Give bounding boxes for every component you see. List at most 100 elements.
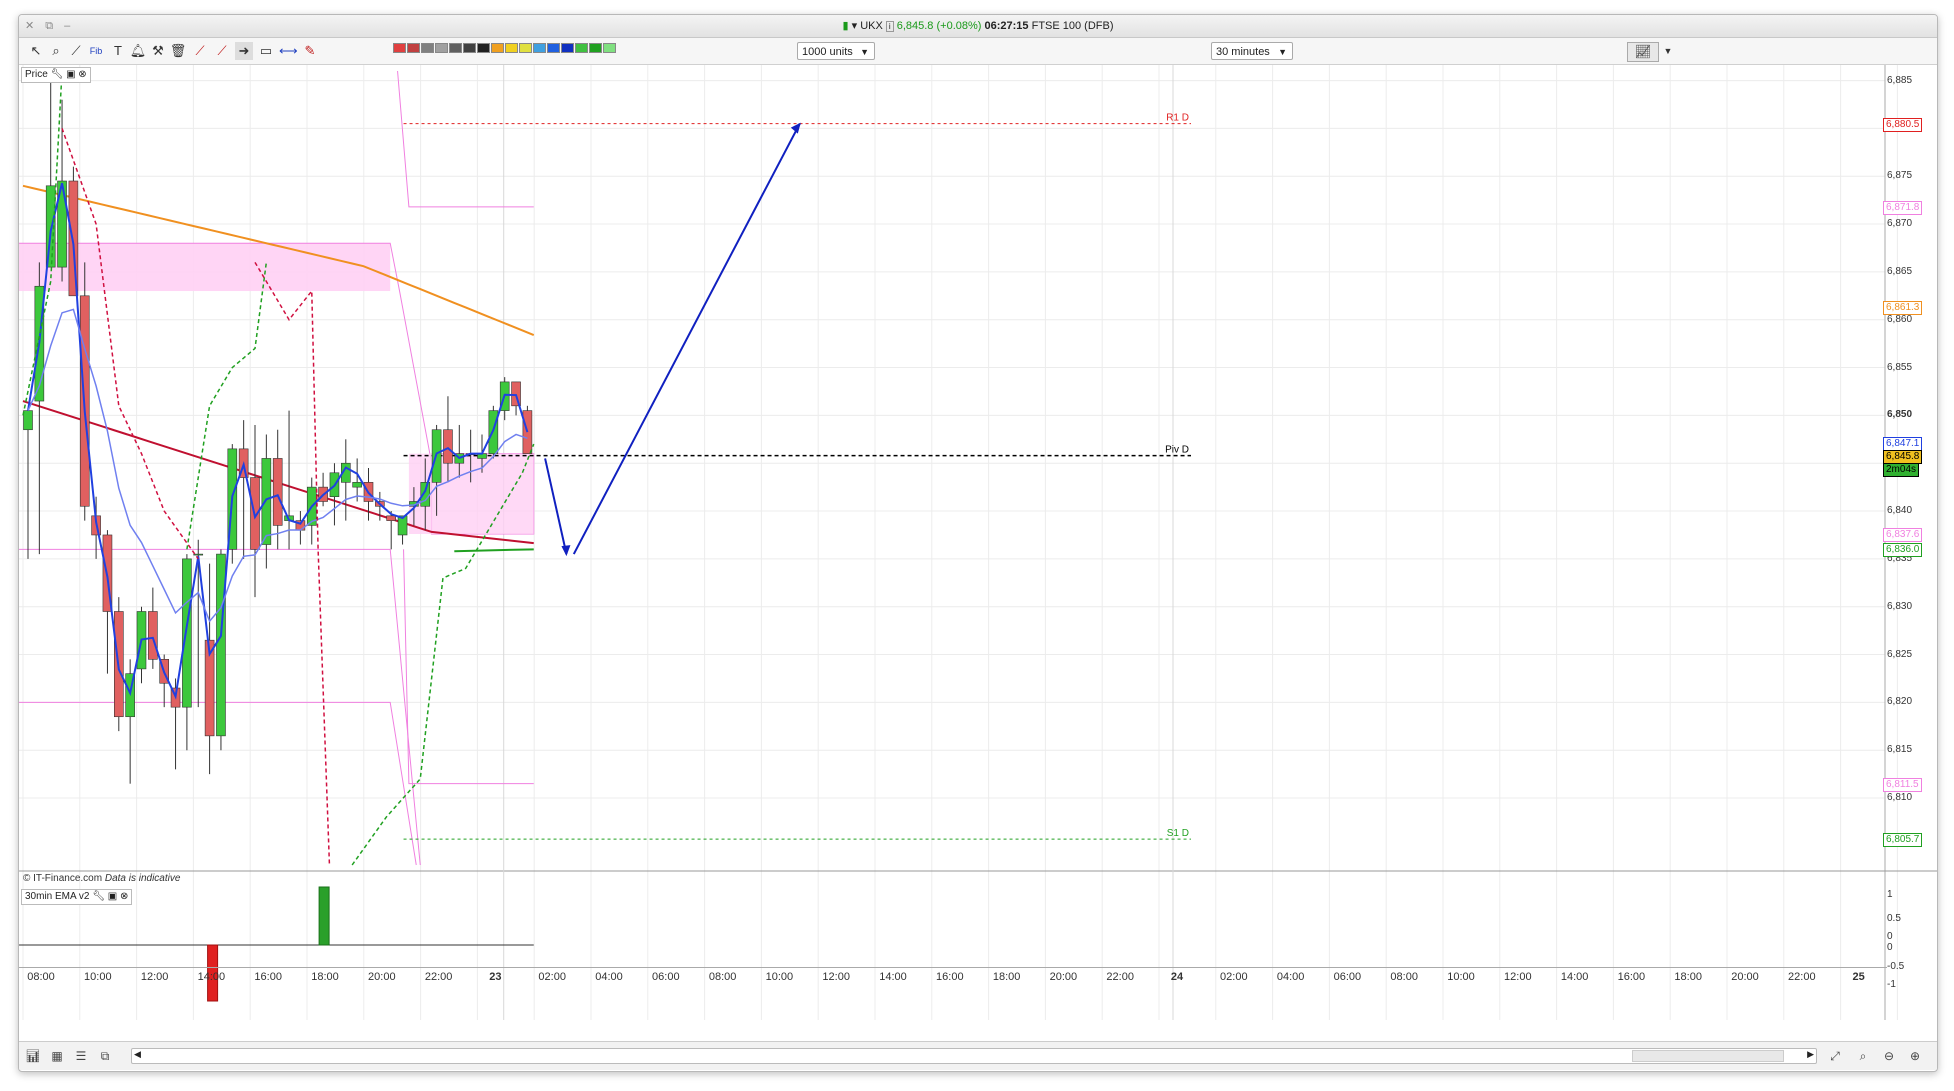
- tools-icon[interactable]: ⚒: [149, 42, 167, 60]
- watermark-note: Data is indicative: [104, 873, 181, 884]
- zoom-select-icon[interactable]: ⌕: [1855, 1048, 1871, 1064]
- ema-tick: -1: [1887, 979, 1896, 990]
- cursor-icon[interactable]: ↖: [27, 42, 45, 60]
- color-swatch[interactable]: [589, 43, 602, 53]
- price-panel-header: Price 🔧︎ ▣ ⊗: [21, 67, 91, 83]
- price-tick: 6,815: [1887, 744, 1913, 756]
- time-tick: 18:00: [1674, 971, 1702, 983]
- time-scrollbar[interactable]: ◀ ▶: [131, 1048, 1817, 1064]
- wrench-icon[interactable]: 🔧︎: [92, 891, 105, 902]
- time-tick: 12:00: [1504, 971, 1532, 983]
- units-value: 1000 units: [802, 46, 853, 58]
- time-tick: 08:00: [1390, 971, 1418, 983]
- color-swatch[interactable]: [505, 43, 518, 53]
- time-tick: 14:00: [879, 971, 907, 983]
- chart-settings-icon[interactable]: 📊︎: [25, 1048, 41, 1064]
- time-tick: 22:00: [1788, 971, 1816, 983]
- chart-up-icon: ▮: [842, 20, 849, 32]
- color-swatch[interactable]: [449, 43, 462, 53]
- ema-bar-up: [318, 886, 330, 946]
- fit-icon[interactable]: ⤢: [1827, 1048, 1843, 1064]
- price-marker: 2m04s: [1883, 462, 1920, 477]
- instrument-name: FTSE 100 (DFB): [1031, 20, 1114, 32]
- dropdown-caret-icon[interactable]: ▾: [852, 20, 858, 32]
- pencil-icon[interactable]: ✎: [301, 42, 319, 60]
- zoom-in-icon[interactable]: ⊕: [1907, 1048, 1923, 1064]
- color-swatch[interactable]: [393, 43, 406, 53]
- info-icon[interactable]: i: [885, 21, 894, 32]
- color-swatch[interactable]: [491, 43, 504, 53]
- shape-icon[interactable]: ▭: [257, 42, 275, 60]
- arrow-icon[interactable]: ➜: [235, 42, 253, 60]
- projection-arrow-down: [544, 458, 568, 555]
- hline-icon[interactable]: ⟷: [279, 42, 298, 60]
- chart-type-icon[interactable]: 📈︎: [1627, 42, 1659, 62]
- ema-panel-label: 30min EMA v2: [25, 891, 90, 902]
- clock: 06:27:15: [984, 20, 1029, 32]
- line-icon[interactable]: ⟋: [213, 42, 231, 60]
- price-chart[interactable]: R1 D Piv D S1 D: [19, 65, 1937, 1021]
- price-marker: 6,861.3: [1883, 301, 1923, 316]
- line-icon[interactable]: ⟋: [191, 42, 209, 60]
- scroll-right-icon[interactable]: ▶: [1807, 1049, 1814, 1060]
- r-pink-line: [397, 70, 534, 208]
- color-swatch[interactable]: [547, 43, 560, 53]
- color-swatch[interactable]: [519, 43, 532, 53]
- calculator-icon[interactable]: ▦: [49, 1048, 65, 1064]
- time-tick: 23: [489, 971, 502, 983]
- price-tick: 6,870: [1887, 218, 1913, 230]
- window-icon[interactable]: ▣: [66, 69, 75, 80]
- alert-icon[interactable]: 🔔︎: [129, 42, 147, 60]
- color-swatch[interactable]: [533, 43, 546, 53]
- arrow-head-icon: [561, 545, 571, 557]
- interval-select[interactable]: 30 minutes ▼: [1211, 42, 1293, 60]
- trash-icon[interactable]: 🗑︎: [169, 42, 187, 60]
- candle-body: [443, 429, 453, 464]
- zoom-out-icon[interactable]: ⊖: [1881, 1048, 1897, 1064]
- price-tick: 6,850: [1887, 409, 1913, 421]
- time-tick: 02:00: [538, 971, 566, 983]
- time-tick: 20:00: [368, 971, 396, 983]
- layout-icon[interactable]: ⧉: [97, 1048, 113, 1064]
- close-icon[interactable]: ⊗: [120, 891, 128, 902]
- time-tick: 18:00: [311, 971, 339, 983]
- trend-icon[interactable]: ⟋: [67, 42, 85, 60]
- color-swatch[interactable]: [421, 43, 434, 53]
- fib-icon[interactable]: Fib: [87, 42, 105, 60]
- watermark-source: © IT-Finance.com: [23, 873, 103, 884]
- s1-label: S1 D: [1167, 828, 1189, 839]
- color-palette[interactable]: [393, 43, 616, 53]
- chevron-down-icon[interactable]: ▼: [1659, 42, 1677, 60]
- window-icon[interactable]: ▣: [108, 891, 117, 902]
- time-tick: 06:00: [1333, 971, 1362, 983]
- price-tick: 6,810: [1887, 792, 1913, 804]
- zoom-icon[interactable]: ⌕: [47, 42, 65, 60]
- time-axis[interactable]: 08:00 10:00 12:00 14:00 16:00 18:00 20:00 22:00…: [19, 967, 1887, 986]
- price-marker: 6,805.7: [1883, 833, 1923, 848]
- color-swatch[interactable]: [477, 43, 490, 53]
- color-swatch[interactable]: [561, 43, 574, 53]
- r1-label: R1 D: [1166, 113, 1189, 124]
- list-icon[interactable]: ☰: [73, 1048, 89, 1064]
- color-swatch[interactable]: [435, 43, 448, 53]
- close-icon[interactable]: ⊗: [78, 69, 86, 80]
- scroll-thumb[interactable]: [1632, 1050, 1784, 1062]
- chart-area[interactable]: R1 D Piv D S1 D Price 🔧︎ ▣ ⊗ 30min EMA v2 …: [19, 65, 1937, 1025]
- price-tick: 6,885: [1887, 74, 1913, 86]
- scroll-left-icon[interactable]: ◀: [134, 1049, 141, 1060]
- color-swatch[interactable]: [407, 43, 420, 53]
- time-tick: 06:00: [652, 971, 680, 983]
- color-swatch[interactable]: [463, 43, 476, 53]
- time-tick: 16:00: [936, 971, 964, 983]
- text-icon[interactable]: T: [109, 42, 127, 60]
- title-bar: ✕ ⧉ – ▮ ▾ UKX i 6,845.8 (+0.08%) 06:27:1…: [19, 15, 1937, 38]
- price-panel-label: Price: [25, 69, 48, 80]
- color-swatch[interactable]: [603, 43, 616, 53]
- wrench-icon[interactable]: 🔧︎: [51, 69, 64, 80]
- price-change: (+0.08%): [936, 20, 982, 32]
- time-tick: 22:00: [424, 971, 453, 983]
- units-select[interactable]: 1000 units ▼: [797, 42, 875, 60]
- interval-value: 30 minutes: [1216, 46, 1270, 58]
- chevron-down-icon: ▼: [1278, 47, 1287, 57]
- color-swatch[interactable]: [575, 43, 588, 53]
